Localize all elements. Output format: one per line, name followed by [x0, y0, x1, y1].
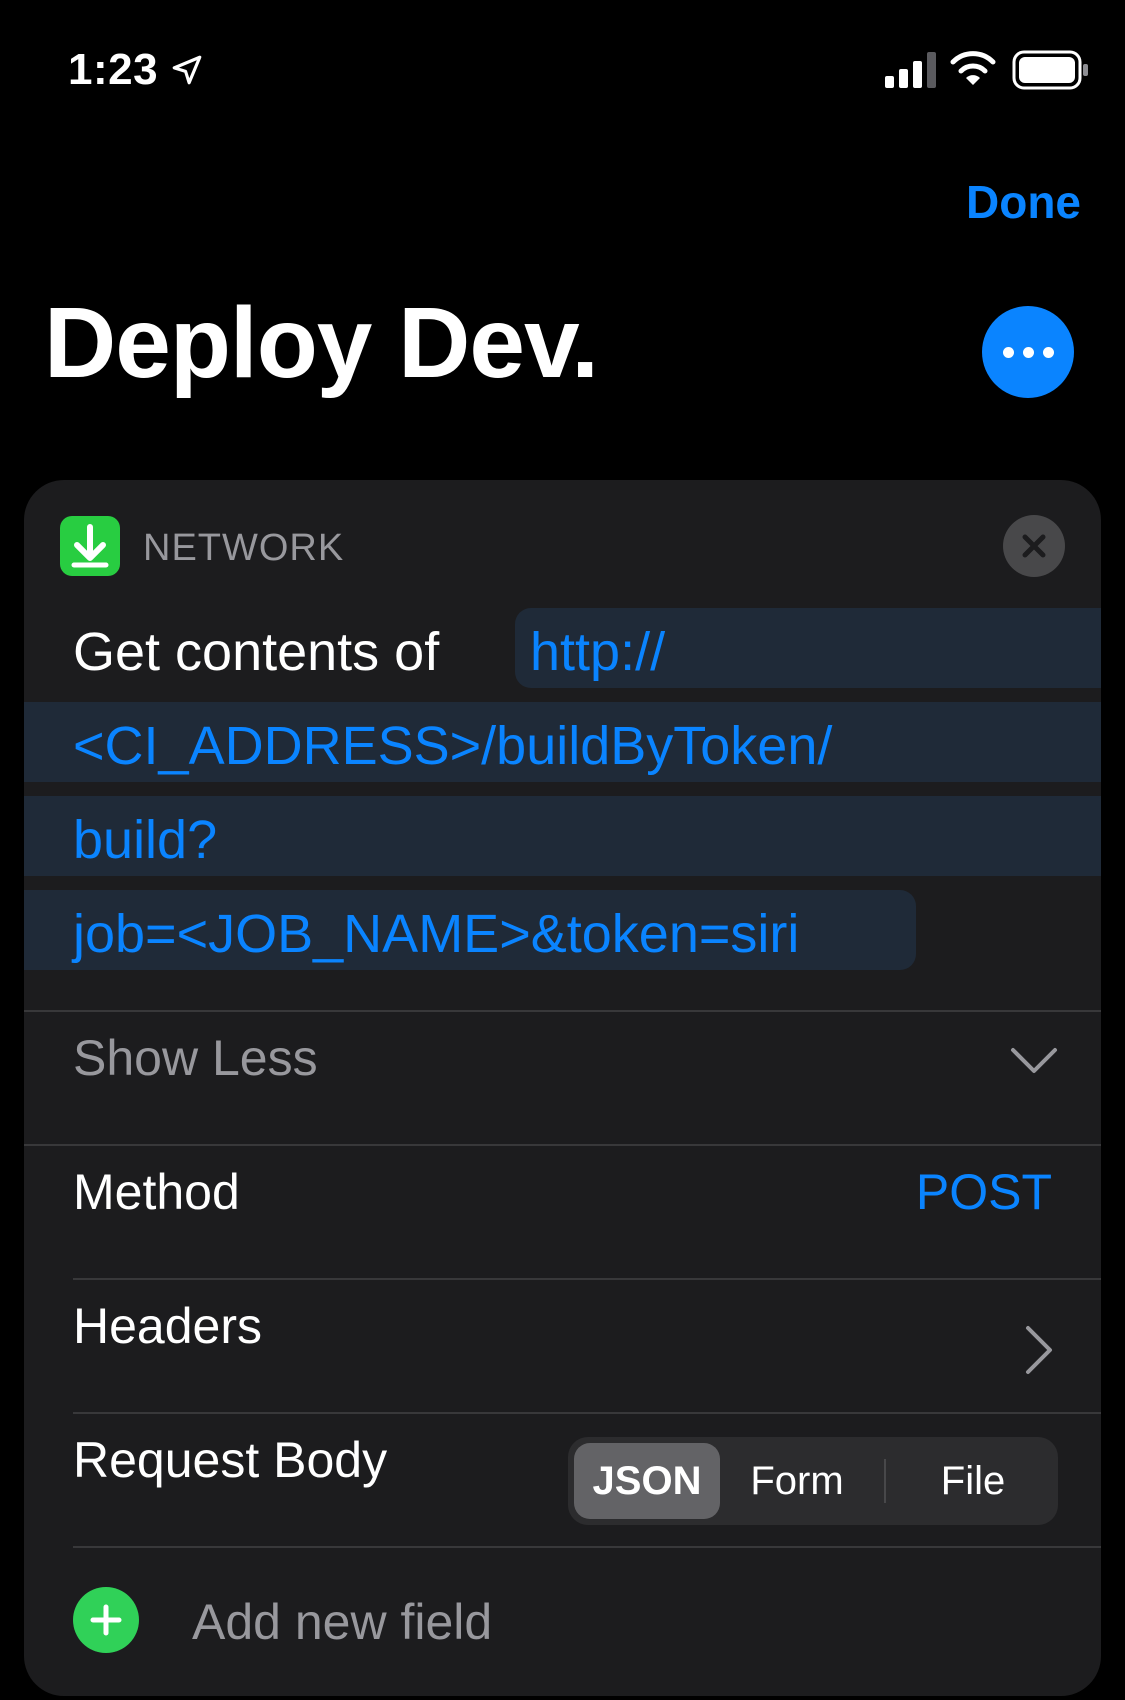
divider: [24, 1010, 1101, 1012]
divider: [73, 1278, 1101, 1280]
segment-json[interactable]: JSON: [574, 1443, 720, 1519]
method-value-picker[interactable]: POST: [916, 1162, 1052, 1222]
remove-action-button[interactable]: [1003, 515, 1065, 577]
divider: [73, 1546, 1101, 1548]
chevron-right-icon: [1026, 1326, 1052, 1374]
wifi-icon: [950, 51, 996, 85]
request-body-label: Request Body: [73, 1432, 388, 1488]
url-field-line[interactable]: job=<JOB_NAME>&token=siri: [73, 902, 799, 966]
url-field-line[interactable]: http://: [530, 620, 665, 684]
headers-row[interactable]: Headers: [73, 1296, 262, 1356]
divider: [24, 1144, 1101, 1146]
show-less-toggle[interactable]: Show Less: [73, 1028, 318, 1088]
url-field-line[interactable]: <CI_ADDRESS>/buildByToken/: [73, 714, 832, 778]
plus-icon: [90, 1604, 122, 1636]
url-field-line[interactable]: build?: [73, 808, 217, 872]
segment-form[interactable]: Form: [732, 1443, 862, 1519]
action-card: NETWORK Get contents of http:// <CI_ADDR…: [24, 480, 1101, 1696]
add-field-button[interactable]: [73, 1587, 139, 1653]
divider: [73, 1412, 1101, 1414]
close-icon: [1022, 534, 1046, 558]
ellipsis-icon: [1002, 346, 1014, 358]
request-body-segmented-control: JSON Form File: [568, 1437, 1058, 1525]
more-options-button[interactable]: [982, 306, 1074, 398]
done-button[interactable]: Done: [966, 176, 1081, 228]
download-arrow-icon: [60, 516, 120, 576]
category-label: NETWORK: [143, 527, 345, 569]
page-title: Deploy Dev.: [44, 287, 599, 399]
method-label: Method: [73, 1164, 240, 1220]
segment-file[interactable]: File: [898, 1443, 1048, 1519]
add-new-field-label[interactable]: Add new field: [192, 1592, 492, 1652]
cellular-signal-icon: [885, 52, 936, 88]
segment-divider: [884, 1459, 886, 1503]
get-contents-label: Get contents of: [73, 622, 440, 682]
chevron-down-icon: [1011, 1048, 1057, 1073]
battery-icon: [1012, 50, 1088, 90]
location-arrow-icon: [172, 55, 202, 85]
status-time: 1:23: [68, 45, 159, 94]
